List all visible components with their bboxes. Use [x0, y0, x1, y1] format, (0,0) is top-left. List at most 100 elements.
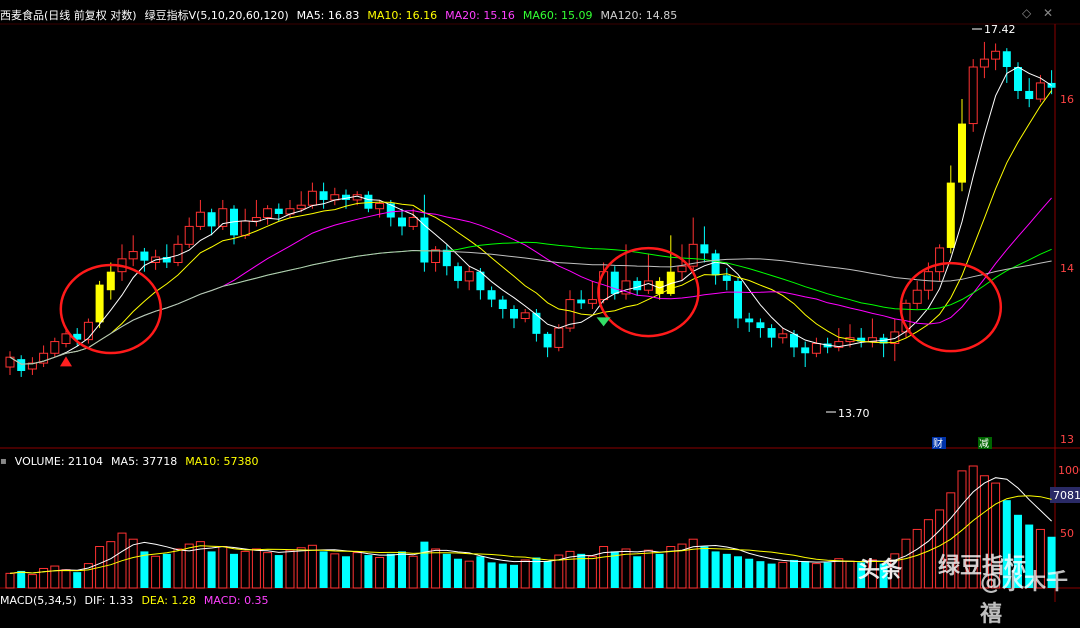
candle-body-up — [307, 190, 317, 206]
candle-body-up — [811, 343, 821, 354]
volume-bar-up — [643, 549, 653, 589]
candle-body-down — [801, 347, 810, 354]
volume-bar-up — [151, 555, 161, 589]
highlight-circle — [899, 261, 1003, 353]
candle-body-down — [1014, 67, 1022, 91]
volume-bar-up — [330, 553, 340, 589]
candle-body-down — [700, 244, 709, 254]
stock-chart[interactable]: 16 14 13 1000 7081 50 17.42 13.70 财 减 — [0, 0, 1080, 602]
volume-bar-down — [756, 561, 765, 588]
candle-body-highlight — [946, 182, 955, 248]
candle-body-down — [364, 194, 373, 209]
candle-body-up — [375, 202, 385, 210]
volume-bar-up — [27, 574, 37, 589]
candle-body-up — [677, 265, 687, 273]
candle-body-highlight — [95, 284, 104, 323]
volume-bar-up — [520, 559, 530, 589]
candle-body-up — [554, 327, 564, 348]
volume-bar-down — [722, 553, 731, 588]
candle-body-highlight — [655, 280, 664, 294]
candle-body-up — [991, 50, 1001, 60]
candle-body-down — [398, 217, 406, 227]
candle-body-up — [296, 204, 306, 210]
candle-body-up — [643, 280, 653, 291]
volume-bar-down — [386, 553, 395, 588]
candle-body-down — [745, 318, 754, 323]
candle-body-down — [319, 191, 328, 200]
price-axis-label-top: 16 — [1060, 93, 1074, 106]
volume-bar-down — [364, 555, 373, 588]
candle-body-down — [734, 280, 742, 319]
volume-bar-down — [510, 564, 518, 588]
candle-body-up — [587, 299, 597, 304]
volume-bar-up — [408, 555, 418, 589]
volume-bar-up — [352, 552, 362, 589]
candle-body-down — [610, 271, 619, 294]
candle-body-down — [577, 299, 586, 304]
candle-body-up — [263, 208, 273, 219]
volume-bar-up — [587, 555, 597, 589]
candle-body-down — [722, 275, 731, 281]
volume-axis-label-current: 7081 — [1053, 489, 1080, 502]
ma10-line — [9, 90, 1053, 365]
candle-body-down — [17, 359, 26, 371]
volume-axis-label-low: 50 — [1060, 527, 1074, 540]
candle-body-up — [1035, 82, 1045, 100]
candle-body-down — [420, 217, 429, 263]
moving-average-lines — [9, 66, 1053, 365]
volume-bar-down — [734, 556, 742, 588]
volume-bar-down — [823, 562, 832, 588]
candle-body-down — [510, 309, 518, 319]
candle-body-down — [711, 253, 720, 276]
volume-bar-up — [834, 558, 844, 589]
volume-bar-down — [442, 553, 451, 588]
volume-bar-down — [230, 553, 238, 588]
volume-bar-down — [487, 562, 496, 588]
candle-body-up — [464, 271, 474, 282]
volume-bar-down — [17, 570, 26, 588]
volume-bar-down — [162, 553, 171, 588]
candle-body-up — [83, 321, 93, 341]
candle-body-up — [184, 225, 194, 245]
sell-signal-triangle — [596, 317, 611, 327]
volume-axis-label-top: 1000 — [1058, 464, 1080, 477]
candle-body-up — [408, 217, 418, 227]
volume-bar-up — [464, 560, 474, 589]
jian-marker[interactable]: 减 — [979, 438, 989, 450]
volume-bar-up — [778, 561, 788, 589]
volume-bar-up — [666, 546, 676, 589]
volume-bar-down — [454, 558, 462, 588]
volume-bar-up — [285, 549, 295, 589]
candle-body-down — [633, 280, 642, 291]
candle-body-up — [935, 247, 945, 273]
volume-bar-down — [610, 551, 619, 588]
cai-marker[interactable]: 财 — [933, 437, 943, 450]
candle-body-down — [386, 203, 395, 218]
candle-body-highlight — [106, 271, 115, 291]
volume-bar-down — [319, 551, 328, 588]
candle-body-up — [912, 289, 922, 304]
candlestick-series[interactable] — [5, 41, 1056, 377]
buy-signal-triangle — [60, 356, 72, 367]
high-price-label: 17.42 — [984, 23, 1016, 36]
candle-body-down — [454, 266, 462, 281]
volume-bar-up — [240, 550, 250, 589]
candle-body-up — [195, 211, 205, 227]
volume-bar-down — [73, 572, 82, 588]
volume-bar-down — [420, 541, 429, 588]
volume-bar-down — [543, 561, 552, 588]
price-axis-label-mid: 14 — [1060, 262, 1074, 275]
candle-body-down — [498, 299, 507, 310]
volume-bar-up — [375, 557, 385, 589]
volume-bar-up — [307, 544, 317, 589]
candle-body-up — [778, 333, 788, 339]
candle-body-down — [274, 208, 283, 214]
candle-body-up — [240, 220, 250, 236]
candle-body-highlight — [958, 123, 966, 183]
volume-bar-up — [251, 548, 261, 589]
volume-bar-down — [767, 563, 776, 588]
low-price-label: 13.70 — [838, 407, 870, 420]
candle-body-down — [442, 249, 451, 267]
volume-bar-up — [901, 538, 911, 589]
volume-bar-up — [173, 548, 183, 589]
